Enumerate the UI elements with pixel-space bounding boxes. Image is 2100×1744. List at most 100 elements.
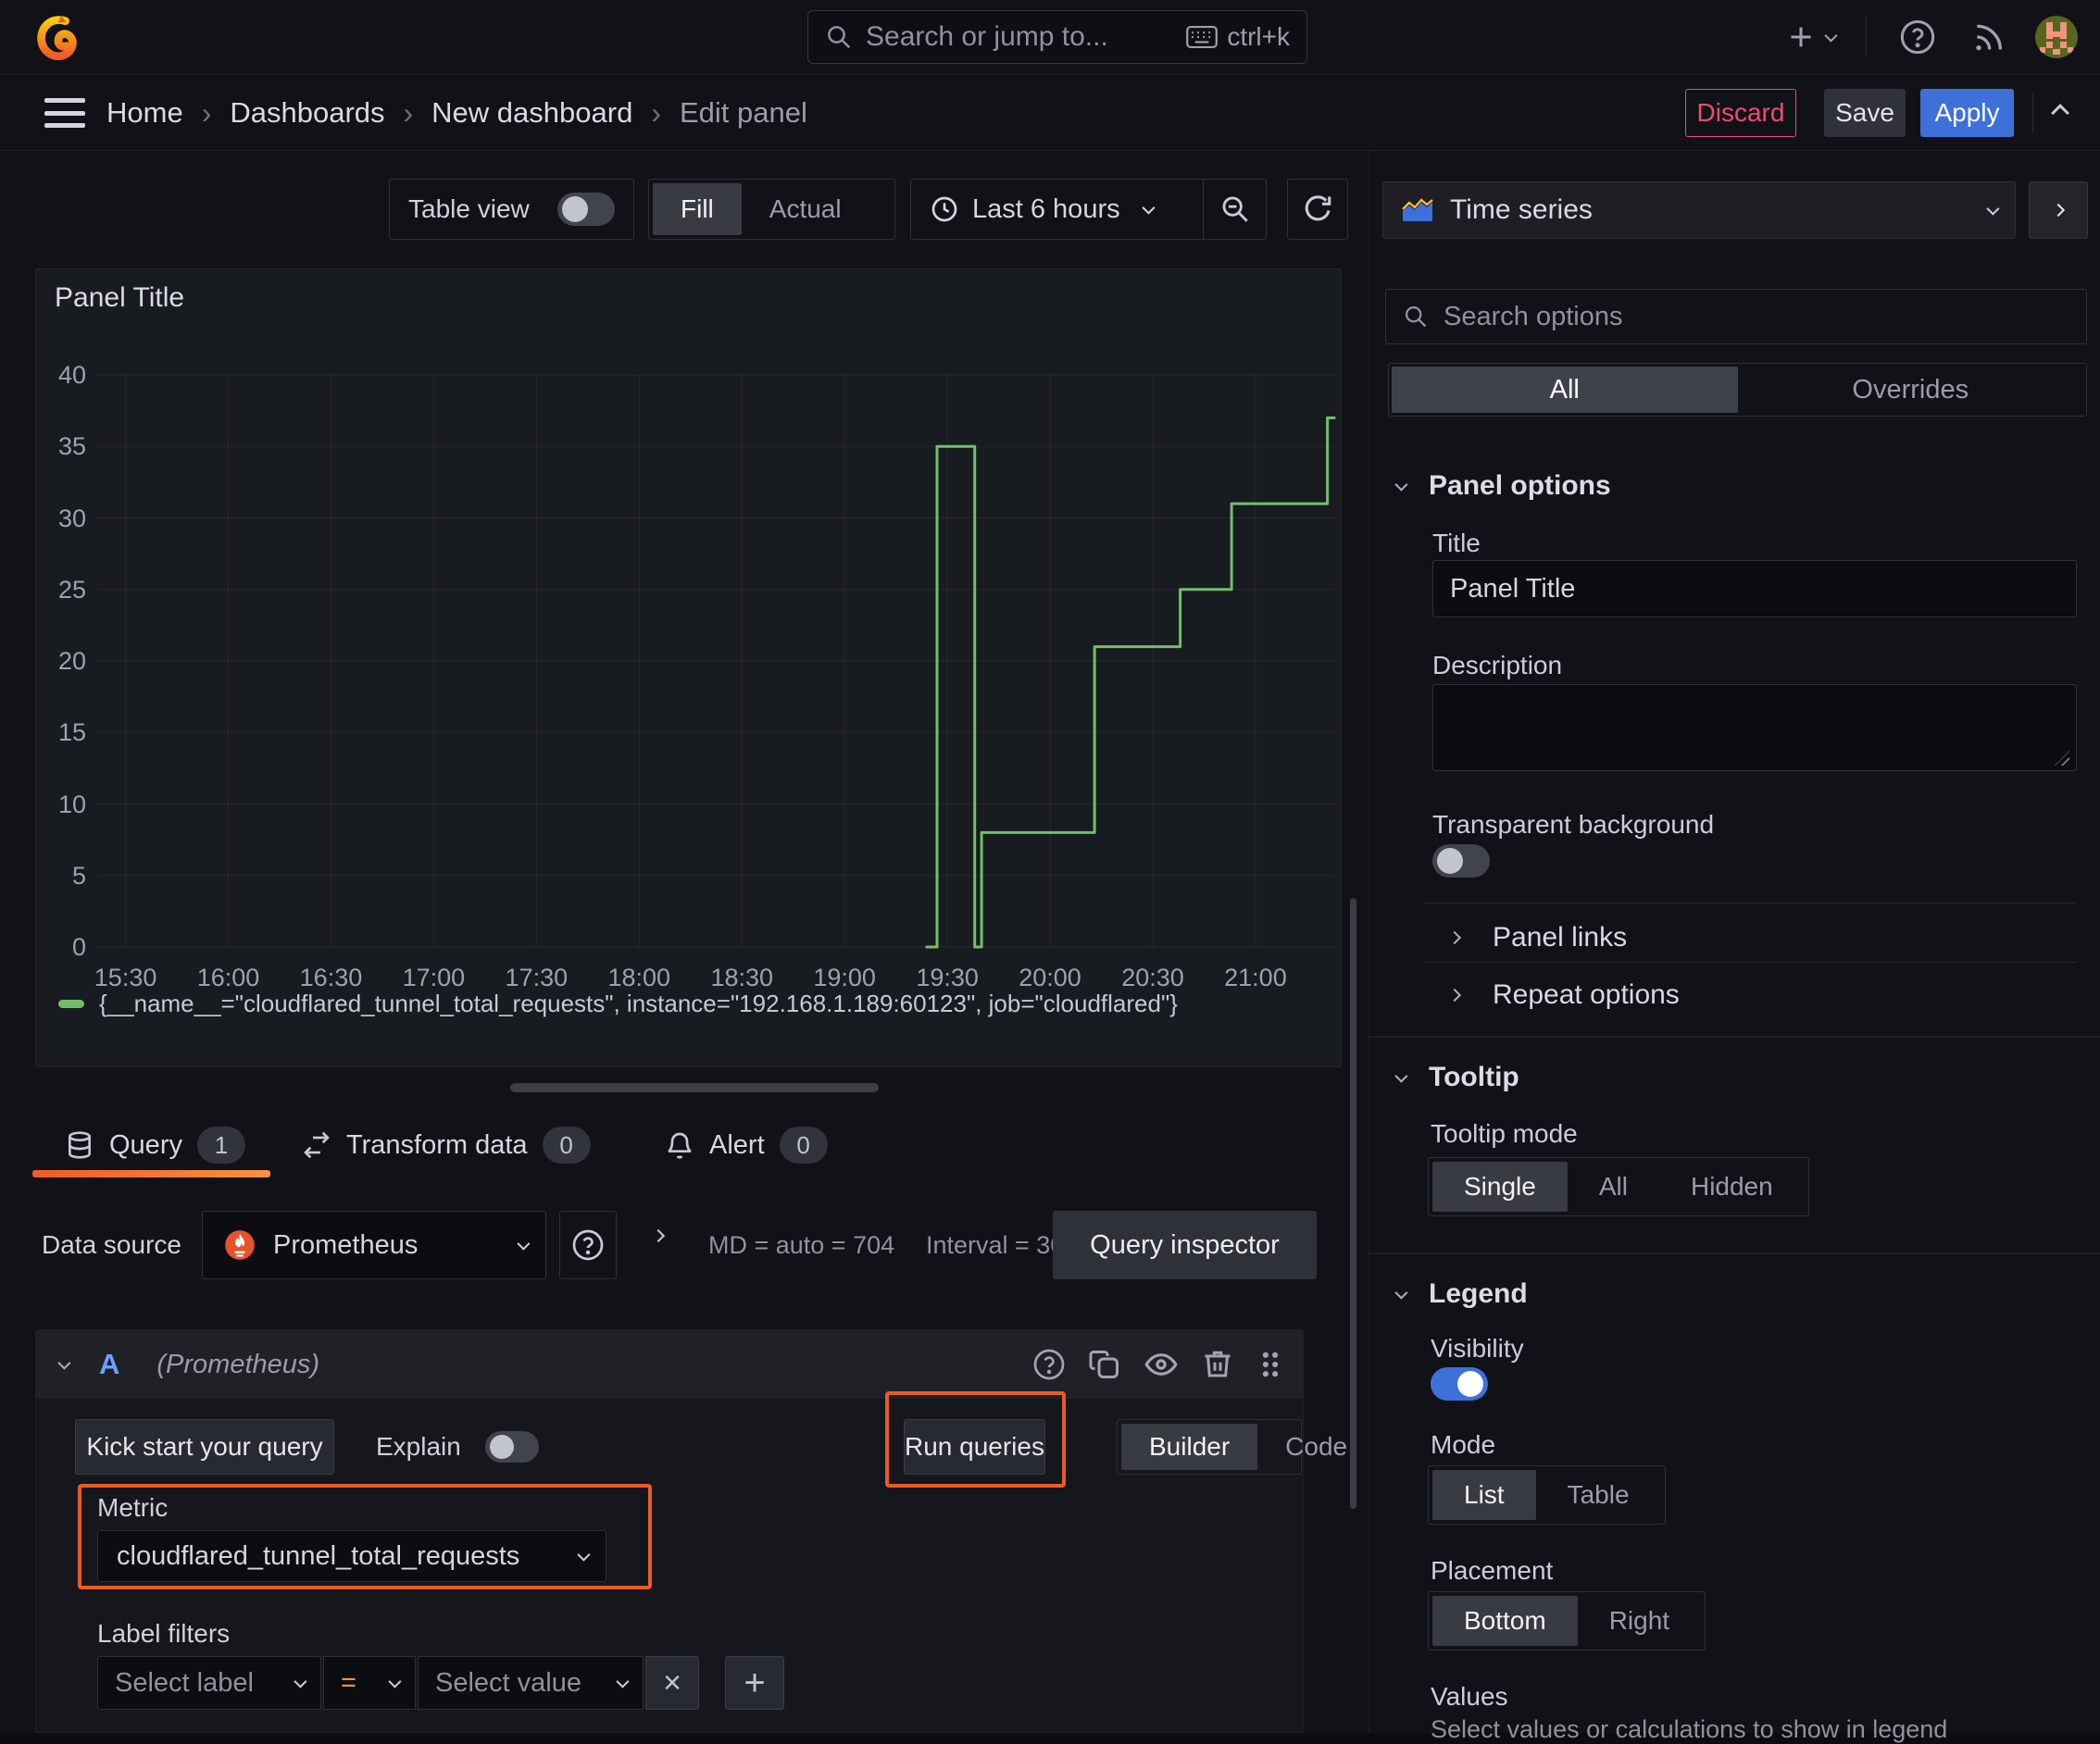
actual-option[interactable]: Actual xyxy=(742,183,869,235)
chevron-down-icon xyxy=(577,1548,591,1562)
duplicate-query-icon[interactable] xyxy=(1088,1348,1121,1381)
apply-button[interactable]: Apply xyxy=(1920,89,2014,137)
time-range-picker[interactable]: Last 6 hours xyxy=(911,180,1203,239)
visualization-picker[interactable]: Time series xyxy=(1382,181,2016,239)
tab-query[interactable]: Query 1 xyxy=(65,1115,245,1175)
transform-icon xyxy=(302,1130,331,1160)
legend-list-option[interactable]: List xyxy=(1432,1470,1536,1520)
time-series-chart[interactable] xyxy=(98,374,1336,949)
chevron-down-icon xyxy=(1824,29,1838,43)
expand-options-icon[interactable] xyxy=(651,1228,666,1243)
tooltip-hidden-option[interactable]: Hidden xyxy=(1659,1162,1805,1212)
legend-table-option[interactable]: Table xyxy=(1536,1470,1661,1520)
delete-query-icon[interactable] xyxy=(1201,1348,1234,1381)
chevron-down-icon xyxy=(294,1675,307,1688)
datasource-picker[interactable]: Prometheus xyxy=(202,1211,546,1279)
run-queries-button[interactable]: Run queries xyxy=(904,1419,1045,1475)
x-axis-tick: 16:00 xyxy=(196,964,260,991)
operator-dropdown[interactable]: = xyxy=(323,1656,416,1710)
options-filter-switch: All Overrides xyxy=(1388,363,2087,417)
table-view-toggle[interactable] xyxy=(557,193,615,226)
remove-filter-button[interactable]: × xyxy=(645,1656,699,1710)
metric-select[interactable]: cloudflared_tunnel_total_requests xyxy=(97,1530,606,1582)
query-ref-id[interactable]: A xyxy=(99,1348,119,1381)
panel-options-header[interactable]: Panel options xyxy=(1394,470,1611,502)
panel-resize-handle[interactable] xyxy=(510,1083,879,1092)
legend-series-label[interactable]: {__name__="cloudflared_tunnel_total_requ… xyxy=(99,990,1178,1018)
query-editor-card: A (Prometheus) Kick start your query Exp… xyxy=(35,1329,1347,1733)
chevron-right-icon xyxy=(1447,988,1462,1003)
tooltip-all-option[interactable]: All xyxy=(1568,1162,1659,1212)
zoom-out-icon xyxy=(1222,196,1248,222)
datasource-help-button[interactable] xyxy=(559,1211,617,1279)
chevron-down-icon xyxy=(517,1237,531,1251)
news-button[interactable] xyxy=(1965,14,2011,60)
panel-title[interactable]: Panel Title xyxy=(55,282,184,314)
drag-handle-icon[interactable] xyxy=(1256,1349,1284,1380)
help-icon xyxy=(572,1229,604,1261)
user-avatar[interactable] xyxy=(2035,16,2078,58)
main-scrollbar[interactable] xyxy=(1350,898,1356,1509)
description-textarea[interactable] xyxy=(1432,684,2077,771)
tab-transform-data[interactable]: Transform data 0 xyxy=(302,1115,591,1175)
kick-start-query-button[interactable]: Kick start your query xyxy=(75,1419,334,1475)
repeat-options-label: Repeat options xyxy=(1493,979,1680,1010)
transparent-background-toggle[interactable] xyxy=(1432,844,1490,878)
refresh-button[interactable] xyxy=(1287,179,1348,240)
query-inspector-button[interactable]: Query inspector xyxy=(1053,1211,1317,1279)
placement-label: Placement xyxy=(1431,1556,1554,1585)
repeat-options-section[interactable]: Repeat options xyxy=(1447,969,1680,1021)
builder-option[interactable]: Builder xyxy=(1121,1424,1258,1470)
explain-label: Explain xyxy=(376,1432,461,1461)
fill-option[interactable]: Fill xyxy=(653,183,742,235)
placement-right-option[interactable]: Right xyxy=(1578,1596,1701,1646)
x-axis-tick: 20:30 xyxy=(1121,964,1184,991)
tooltip-single-option[interactable]: Single xyxy=(1432,1162,1568,1212)
bell-icon xyxy=(665,1130,694,1160)
chevron-down-icon xyxy=(1986,202,2000,216)
collapse-options-pane-button[interactable] xyxy=(2029,181,2088,239)
add-filter-button[interactable]: + xyxy=(725,1656,784,1710)
chart-legend[interactable]: {__name__="cloudflared_tunnel_total_requ… xyxy=(58,990,1178,1018)
hide-query-icon[interactable] xyxy=(1144,1347,1179,1382)
x-axis-tick: 21:00 xyxy=(1224,964,1287,991)
help-button[interactable] xyxy=(1894,14,1941,60)
collapse-header-icon[interactable] xyxy=(2051,104,2069,122)
select-value-dropdown[interactable]: Select value xyxy=(418,1656,644,1710)
top-nav: Search or jump to... ctrl+k xyxy=(0,0,2100,75)
y-axis-tick: 40 xyxy=(57,361,86,389)
tab-alert-label: Alert xyxy=(709,1129,765,1160)
collapse-query-icon[interactable] xyxy=(57,1356,71,1370)
query-help-icon[interactable] xyxy=(1032,1348,1066,1381)
legend-visibility-toggle[interactable] xyxy=(1431,1367,1488,1401)
breadcrumb-new-dashboard[interactable]: New dashboard xyxy=(431,96,632,130)
values-label: Values xyxy=(1431,1682,1508,1711)
breadcrumb-home[interactable]: Home xyxy=(106,96,183,130)
breadcrumb-dashboards[interactable]: Dashboards xyxy=(230,96,384,130)
options-search-input[interactable]: Search options xyxy=(1385,289,2087,344)
x-axis-tick: 18:00 xyxy=(607,964,671,991)
zoom-out-time-button[interactable] xyxy=(1203,180,1266,239)
tooltip-header[interactable]: Tooltip xyxy=(1394,1062,1519,1093)
select-label-dropdown[interactable]: Select label xyxy=(97,1656,321,1710)
tab-alert-badge: 0 xyxy=(779,1127,828,1164)
new-dropdown-button[interactable] xyxy=(1784,20,1838,54)
code-option[interactable]: Code xyxy=(1257,1424,1375,1470)
placement-bottom-option[interactable]: Bottom xyxy=(1432,1596,1578,1646)
search-input[interactable]: Search or jump to... ctrl+k xyxy=(807,10,1307,64)
tab-alert[interactable]: Alert 0 xyxy=(665,1115,828,1175)
panel-links-label: Panel links xyxy=(1493,922,1628,953)
grafana-logo-icon[interactable] xyxy=(33,13,80,61)
panel-links-section[interactable]: Panel links xyxy=(1447,912,1628,964)
discard-button[interactable]: Discard xyxy=(1685,89,1796,137)
filter-all-option[interactable]: All xyxy=(1392,367,1738,413)
prometheus-icon xyxy=(221,1227,258,1264)
query-row-header[interactable]: A (Prometheus) xyxy=(36,1330,1303,1399)
filter-overrides-option[interactable]: Overrides xyxy=(1738,367,2084,413)
save-button[interactable]: Save xyxy=(1824,89,1906,137)
menu-icon[interactable] xyxy=(44,98,85,128)
explain-toggle[interactable] xyxy=(484,1431,539,1463)
legend-header[interactable]: Legend xyxy=(1394,1278,1528,1310)
panel-title-input[interactable] xyxy=(1432,560,2077,617)
divider xyxy=(2032,93,2033,132)
